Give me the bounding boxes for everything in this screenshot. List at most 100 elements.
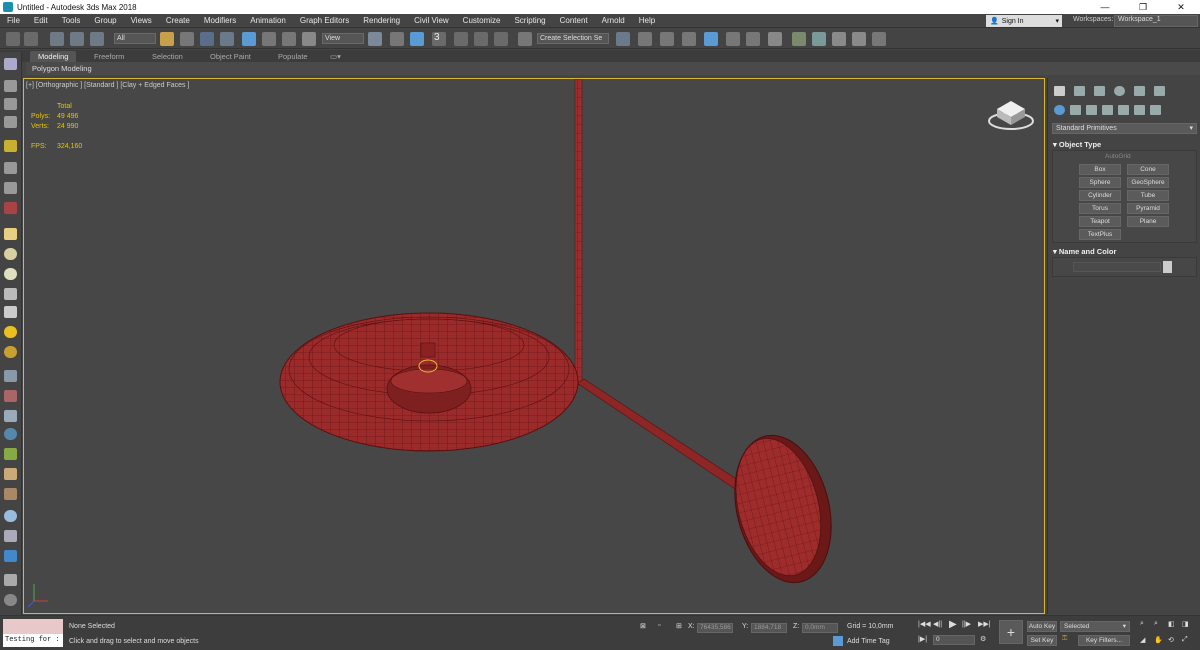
edit-named-selection-icon[interactable] <box>518 32 532 46</box>
new-key-button[interactable]: + <box>999 620 1023 644</box>
menu-item-customize[interactable]: Customize <box>456 16 508 25</box>
menu-item-file[interactable]: File <box>0 16 27 25</box>
helper-icon[interactable] <box>4 162 17 174</box>
omni-light-icon[interactable] <box>4 288 17 300</box>
object-type-rollout-header[interactable]: ▾ Object Type <box>1053 140 1195 149</box>
schematic-view-icon[interactable] <box>746 32 760 46</box>
key-mode-icon[interactable]: |▶| <box>918 635 927 643</box>
cameras-category-icon[interactable] <box>1102 105 1113 115</box>
keyboard-shortcut-override-icon[interactable] <box>410 32 424 46</box>
biped-icon[interactable] <box>4 468 17 480</box>
foliage-icon[interactable] <box>4 448 17 460</box>
curve-editor-icon[interactable] <box>726 32 740 46</box>
geosphere-button[interactable]: GeoSphere <box>1127 177 1169 188</box>
y-coordinate-field[interactable]: 1884,718 <box>751 623 787 633</box>
viewport-layout-icon[interactable] <box>4 58 17 70</box>
shapes-icon[interactable] <box>4 530 17 542</box>
spinner-snap-icon[interactable] <box>494 32 508 46</box>
menu-item-rendering[interactable]: Rendering <box>356 16 407 25</box>
z-coordinate-field[interactable]: 0,0mm <box>802 623 838 633</box>
motion-tab-icon[interactable] <box>1114 86 1125 96</box>
autogrid-checkbox-label[interactable]: AutoGrid <box>1105 153 1131 160</box>
perspective-viewport[interactable]: [+] [Orthographic ] [Standard ] [Clay + … <box>23 78 1045 614</box>
expand-icon[interactable] <box>4 594 17 606</box>
redo-icon[interactable] <box>24 32 38 46</box>
ribbon-panel-label[interactable]: Polygon Modeling <box>26 62 1200 75</box>
torus-button[interactable]: Torus <box>1079 203 1121 214</box>
scale-icon[interactable] <box>282 32 296 46</box>
pan-icon[interactable]: ✋ <box>1154 636 1163 644</box>
tab-selection[interactable]: Selection <box>144 51 191 62</box>
menu-item-scripting[interactable]: Scripting <box>507 16 552 25</box>
window-crossing-icon[interactable] <box>220 32 234 46</box>
spacewarps-category-icon[interactable] <box>1134 105 1145 115</box>
modify-tab-icon[interactable] <box>1074 86 1085 96</box>
selection-filter-dropdown[interactable]: All <box>114 33 156 44</box>
pivot-center-icon[interactable] <box>368 32 382 46</box>
lights-category-icon[interactable] <box>1086 105 1097 115</box>
zoom-all-icon[interactable]: ⌕ <box>1154 620 1158 628</box>
snap-toggle-icon[interactable]: 3 <box>432 32 446 46</box>
mirror-icon[interactable] <box>616 32 630 46</box>
rendered-frame-window-icon[interactable] <box>812 32 826 46</box>
percent-snap-icon[interactable] <box>474 32 488 46</box>
select-object-icon[interactable] <box>160 32 174 46</box>
key-icon[interactable]: ⚿ <box>1062 635 1067 643</box>
named-selection-dropdown[interactable]: Create Selection Se <box>537 33 609 44</box>
paint-icon[interactable] <box>4 390 17 402</box>
material-sphere-icon[interactable] <box>4 510 17 522</box>
systems-category-icon[interactable] <box>1150 105 1161 115</box>
scene-explorer-icon[interactable] <box>660 32 674 46</box>
selection-region-icon[interactable] <box>200 32 214 46</box>
box-shape-icon[interactable] <box>4 228 17 240</box>
container-icon[interactable] <box>4 116 17 128</box>
layer-manager-icon[interactable] <box>4 98 17 110</box>
menu-item-arnold[interactable]: Arnold <box>595 16 632 25</box>
x-coordinate-field[interactable]: 76435,586 <box>697 623 733 633</box>
zoom-icon[interactable]: ⌕ <box>1140 620 1144 628</box>
render-production-icon[interactable] <box>832 32 846 46</box>
maximize-button[interactable]: ❐ <box>1124 0 1162 14</box>
menu-item-modifiers[interactable]: Modifiers <box>197 16 243 25</box>
add-time-tag[interactable]: Add Time Tag <box>847 638 890 645</box>
tab-modeling[interactable]: Modeling <box>30 51 77 62</box>
key-mode-dropdown[interactable]: Selected ▾ <box>1060 621 1130 632</box>
camera-icon[interactable] <box>4 410 17 422</box>
cylinder-button[interactable]: Cylinder <box>1079 190 1121 201</box>
menu-item-graph-editors[interactable]: Graph Editors <box>293 16 356 25</box>
tab-freeform[interactable]: Freeform <box>86 51 132 62</box>
object-color-swatch[interactable] <box>1163 261 1172 273</box>
undo-icon[interactable] <box>6 32 20 46</box>
orbit-icon[interactable]: ⟲ <box>1168 636 1174 644</box>
isolate-icon[interactable]: ▫ <box>658 622 660 629</box>
particle-icon[interactable] <box>4 370 17 382</box>
object-name-field[interactable] <box>1073 262 1161 272</box>
tab-object-paint[interactable]: Object Paint <box>202 51 259 62</box>
teapot-button[interactable]: Teapot <box>1079 216 1121 227</box>
gold-sphere-icon[interactable] <box>4 346 17 358</box>
link-icon[interactable] <box>50 32 64 46</box>
create-tab-icon[interactable] <box>1054 86 1065 96</box>
viewcube[interactable] <box>988 101 1034 130</box>
sun-icon[interactable] <box>4 326 17 338</box>
menu-item-help[interactable]: Help <box>632 16 662 25</box>
rotate-icon[interactable] <box>262 32 276 46</box>
go-to-end-icon[interactable]: ▶▶| <box>978 620 991 628</box>
shapes-category-icon[interactable] <box>1070 105 1081 115</box>
field-of-view-icon[interactable]: ◢ <box>1140 636 1145 644</box>
current-frame-field[interactable]: 0 <box>933 635 975 645</box>
utilities-tab-icon[interactable] <box>1154 86 1165 96</box>
menu-item-create[interactable]: Create <box>159 16 197 25</box>
workspaces-dropdown[interactable]: Workspace_1 <box>1114 15 1198 27</box>
plane-button[interactable]: Plane <box>1127 216 1169 227</box>
utilities-icon[interactable] <box>4 574 17 586</box>
pyramid-button[interactable]: Pyramid <box>1127 203 1169 214</box>
absolute-mode-icon[interactable]: ⊞ <box>676 622 682 630</box>
lamp-disc[interactable] <box>720 425 846 593</box>
light-icon[interactable] <box>4 140 17 152</box>
tube-button[interactable]: Tube <box>1127 190 1169 201</box>
placement-icon[interactable] <box>302 32 316 46</box>
sphere-shape-icon[interactable] <box>4 248 17 260</box>
render-in-cloud-icon[interactable] <box>872 32 886 46</box>
geometry-category-icon[interactable] <box>1054 105 1065 115</box>
